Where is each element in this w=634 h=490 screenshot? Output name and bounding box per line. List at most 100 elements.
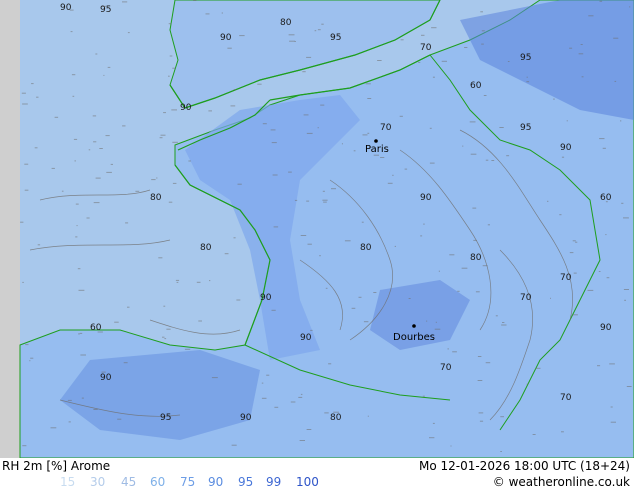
contour-speck xyxy=(358,296,362,298)
contour-speck xyxy=(127,306,130,308)
contour-speck xyxy=(314,30,317,32)
contour-speck xyxy=(67,399,72,401)
contour-label: 80 xyxy=(360,243,372,253)
contour-speck xyxy=(176,281,179,283)
contour-speck xyxy=(324,412,329,414)
contour-speck xyxy=(431,27,437,29)
contour-speck xyxy=(418,61,421,63)
contour-speck xyxy=(198,320,202,322)
contour-speck xyxy=(351,307,356,309)
contour-speck xyxy=(288,171,292,173)
contour-speck xyxy=(623,217,629,219)
contour-speck xyxy=(449,254,455,256)
contour-speck xyxy=(432,76,435,78)
contour-speck xyxy=(306,56,312,58)
contour-label: 90 xyxy=(600,323,612,333)
contour-speck xyxy=(34,147,38,149)
contour-speck xyxy=(487,224,490,226)
contour-speck xyxy=(123,362,128,364)
contour-label: 95 xyxy=(100,5,111,15)
contour-speck xyxy=(162,336,165,338)
contour-speck xyxy=(110,163,113,165)
contour-speck xyxy=(93,141,97,143)
legend-value: 60 xyxy=(150,475,166,489)
contour-label: 70 xyxy=(380,123,392,133)
contour-label: 90 xyxy=(180,103,192,113)
contour-speck xyxy=(441,60,447,62)
contour-speck xyxy=(166,328,171,330)
contour-speck xyxy=(163,112,166,114)
contour-speck xyxy=(257,83,262,85)
contour-speck xyxy=(606,277,610,279)
legend-value: 45 xyxy=(121,475,137,489)
contour-speck xyxy=(526,76,528,78)
contour-speck xyxy=(73,138,78,140)
contour-speck xyxy=(22,281,24,283)
contour-speck xyxy=(573,272,577,274)
contour-speck xyxy=(158,257,163,259)
contour-speck xyxy=(168,201,173,203)
contour-speck xyxy=(107,66,111,68)
contour-label: 60 xyxy=(90,323,102,333)
contour-speck xyxy=(70,31,73,33)
legend-value: 75 xyxy=(180,475,196,489)
contour-label: 90 xyxy=(300,333,312,343)
contour-speck xyxy=(233,237,236,239)
legend-value: 100 xyxy=(296,475,319,489)
contour-speck xyxy=(306,429,312,430)
contour-speck xyxy=(310,329,313,331)
contour-speck xyxy=(566,120,568,122)
contour-speck xyxy=(92,115,97,117)
contour-speck xyxy=(526,81,530,83)
contour-speck xyxy=(422,395,425,397)
contour-speck xyxy=(387,182,393,184)
contour-speck xyxy=(172,141,178,143)
contour-speck xyxy=(581,76,584,78)
city-label: Paris xyxy=(365,144,389,155)
contour-speck xyxy=(307,243,312,245)
contour-speck xyxy=(300,393,303,395)
contour-speck xyxy=(610,421,616,423)
contour-speck xyxy=(95,53,98,55)
contour-speck xyxy=(434,328,441,330)
contour-speck xyxy=(373,292,377,293)
contour-speck xyxy=(51,167,55,169)
contour-speck xyxy=(500,416,504,418)
contour-speck xyxy=(205,13,210,15)
contour-speck xyxy=(377,60,382,61)
contour-speck xyxy=(117,418,122,420)
contour-speck xyxy=(29,360,31,362)
contour-speck xyxy=(80,354,86,356)
map-title: RH 2m [%] Arome xyxy=(2,459,111,473)
contour-label: 90 xyxy=(420,193,432,203)
contour-speck xyxy=(506,155,510,157)
contour-speck xyxy=(477,356,482,357)
contour-speck xyxy=(76,225,78,227)
contour-speck xyxy=(184,348,191,350)
contour-speck xyxy=(78,333,80,335)
contour-speck xyxy=(561,431,564,433)
contour-speck xyxy=(298,396,303,398)
contour-speck xyxy=(74,160,76,162)
contour-speck xyxy=(322,199,328,201)
contour-speck xyxy=(569,252,574,254)
contour-speck xyxy=(613,37,619,39)
contour-speck xyxy=(597,365,601,367)
contour-speck xyxy=(208,110,212,112)
contour-speck xyxy=(95,177,101,179)
contour-label: 70 xyxy=(420,43,432,53)
contour-speck xyxy=(480,11,483,13)
contour-speck xyxy=(462,145,464,147)
contour-speck xyxy=(288,34,295,36)
contour-speck xyxy=(75,203,79,205)
contour-speck xyxy=(495,315,498,317)
contour-speck xyxy=(481,30,485,32)
contour-speck xyxy=(306,132,313,134)
contour-speck xyxy=(262,123,267,125)
contour-speck xyxy=(50,427,57,429)
contour-speck xyxy=(231,444,237,446)
contour-speck xyxy=(22,103,28,105)
contour-speck xyxy=(302,71,306,73)
contour-label: 60 xyxy=(470,81,482,91)
contour-speck xyxy=(435,321,437,323)
